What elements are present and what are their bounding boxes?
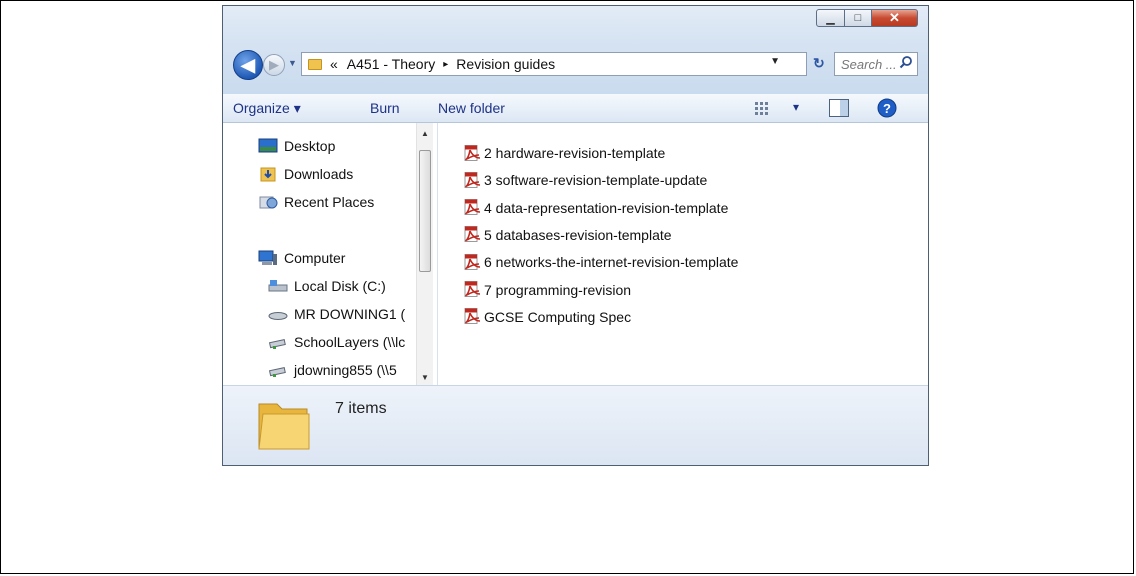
folder-icon: [258, 403, 310, 450]
nav-item-label: Downloads: [284, 166, 354, 182]
burn-button[interactable]: Burn: [370, 100, 400, 116]
maximize-button[interactable]: □: [845, 9, 872, 27]
file-item[interactable]: 7 programming-revision: [464, 280, 631, 300]
item-count: 7 items: [335, 400, 387, 417]
removable-drive-icon: [268, 312, 288, 320]
nav-item-local-disk[interactable]: Local Disk (C:): [268, 276, 386, 296]
new-folder-button[interactable]: New folder: [438, 100, 505, 116]
nav-item-label: Recent Places: [284, 194, 375, 210]
scrollbar-thumb[interactable]: [419, 150, 431, 272]
forward-arrow-icon: ▶: [269, 57, 279, 72]
nav-item-schoollayers[interactable]: SchoolLayers (\\lc: [268, 332, 405, 352]
help-icon[interactable]: ?: [877, 98, 897, 118]
folder-icon: [308, 58, 322, 70]
nav-item-mr-downing1[interactable]: MR DOWNING1 (: [268, 304, 405, 324]
back-button[interactable]: ◀: [233, 50, 263, 80]
nav-pane-scrollbar[interactable]: ▲ ▼: [416, 123, 433, 385]
breadcrumb-revision-guides[interactable]: Revision guides: [456, 56, 555, 72]
pdf-icon: [464, 171, 481, 188]
desktop-icon: [258, 138, 278, 153]
address-row: ◀ ▶ ▼ « A451 - Theory ▸ Revision guides …: [233, 50, 918, 80]
forward-button[interactable]: ▶: [263, 54, 285, 76]
file-item[interactable]: 6 networks-the-internet-revision-templat…: [464, 252, 738, 272]
file-name: 4 data-representation-revision-template: [484, 199, 729, 216]
close-button[interactable]: ✕: [872, 9, 918, 27]
pdf-icon: [464, 253, 481, 270]
breadcrumb-separator-icon[interactable]: ▸: [443, 59, 448, 70]
file-item[interactable]: 5 databases-revision-template: [464, 225, 672, 245]
back-arrow-icon: ◀: [241, 54, 255, 75]
file-item[interactable]: 2 hardware-revision-template: [464, 143, 665, 163]
local-disk-icon: [268, 280, 288, 292]
navigation-pane: Desktop Downloads Recent Places Computer…: [223, 123, 438, 385]
maximize-icon: □: [854, 12, 862, 24]
title-bar: ▁ □ ✕ ◀ ▶ ▼ « A451 - Theory ▸ Revision g…: [223, 6, 928, 94]
file-item[interactable]: 4 data-representation-revision-template: [464, 198, 728, 218]
pdf-icon: [464, 144, 481, 161]
minimize-icon: ▁: [826, 12, 835, 25]
explorer-window: ▁ □ ✕ ◀ ▶ ▼ « A451 - Theory ▸ Revision g…: [222, 5, 929, 466]
search-input[interactable]: Search ...: [834, 52, 918, 76]
nav-item-label: Computer: [284, 250, 346, 266]
command-bar: Organize ▾ Burn New folder ▾ ?: [223, 94, 928, 123]
pdf-icon: [464, 226, 481, 243]
pdf-icon: [464, 199, 481, 216]
nav-item-label: SchoolLayers (\\lc: [294, 334, 406, 350]
nav-item-label: Desktop: [284, 138, 336, 154]
search-icon[interactable]: [899, 55, 913, 69]
change-view-icon[interactable]: [755, 102, 769, 115]
preview-pane-icon[interactable]: [829, 99, 849, 117]
file-item[interactable]: GCSE Computing Spec: [464, 307, 631, 327]
file-name: 5 databases-revision-template: [484, 226, 672, 243]
organize-menu[interactable]: Organize ▾: [233, 100, 301, 117]
network-drive-icon: [268, 367, 286, 377]
nav-item-label: MR DOWNING1 (: [294, 306, 406, 322]
file-name: 6 networks-the-internet-revision-templat…: [484, 254, 739, 271]
nav-item-label: Local Disk (C:): [294, 278, 386, 294]
window-controls: ▁ □ ✕: [816, 9, 918, 27]
address-dropdown-icon[interactable]: ▼: [770, 56, 780, 67]
file-name: 2 hardware-revision-template: [484, 145, 666, 161]
minimize-button[interactable]: ▁: [816, 9, 845, 27]
pdf-icon: [464, 281, 481, 297]
refresh-button[interactable]: ↻: [813, 55, 825, 72]
breadcrumb-a451-theory[interactable]: A451 - Theory: [347, 56, 435, 72]
file-name: 3 software-revision-template-update: [484, 172, 708, 189]
close-icon: ✕: [889, 10, 900, 25]
nav-item-label: jdowning855 (\\5: [294, 362, 397, 378]
nav-item-desktop[interactable]: Desktop: [258, 136, 335, 156]
recent-places-icon: [259, 196, 278, 209]
file-name: 7 programming-revision: [484, 281, 632, 298]
recent-pages-dropdown[interactable]: ▼: [288, 58, 297, 68]
scroll-down-icon[interactable]: ▼: [421, 373, 429, 382]
nav-item-jdowning855[interactable]: jdowning855 (\\5: [268, 360, 397, 380]
nav-item-computer[interactable]: Computer: [258, 248, 345, 268]
scroll-up-icon[interactable]: ▲: [421, 129, 429, 138]
downloads-icon: [260, 167, 276, 182]
network-drive-icon: [268, 339, 286, 349]
nav-item-downloads[interactable]: Downloads: [258, 164, 353, 184]
breadcrumb-overflow[interactable]: «: [330, 56, 338, 72]
file-name: GCSE Computing Spec: [484, 308, 632, 325]
details-pane: 7 items: [223, 385, 928, 465]
computer-icon: [258, 250, 277, 265]
pdf-icon: [464, 308, 481, 325]
search-placeholder: Search ...: [841, 56, 897, 72]
view-options-dropdown[interactable]: ▾: [793, 100, 799, 114]
file-list: 2 hardware-revision-template 3 software-r…: [438, 123, 928, 385]
address-bar[interactable]: « A451 - Theory ▸ Revision guides ▼: [301, 52, 807, 76]
svg-text:?: ?: [883, 101, 891, 116]
file-item[interactable]: 3 software-revision-template-update: [464, 170, 707, 190]
nav-item-recent-places[interactable]: Recent Places: [258, 192, 374, 212]
